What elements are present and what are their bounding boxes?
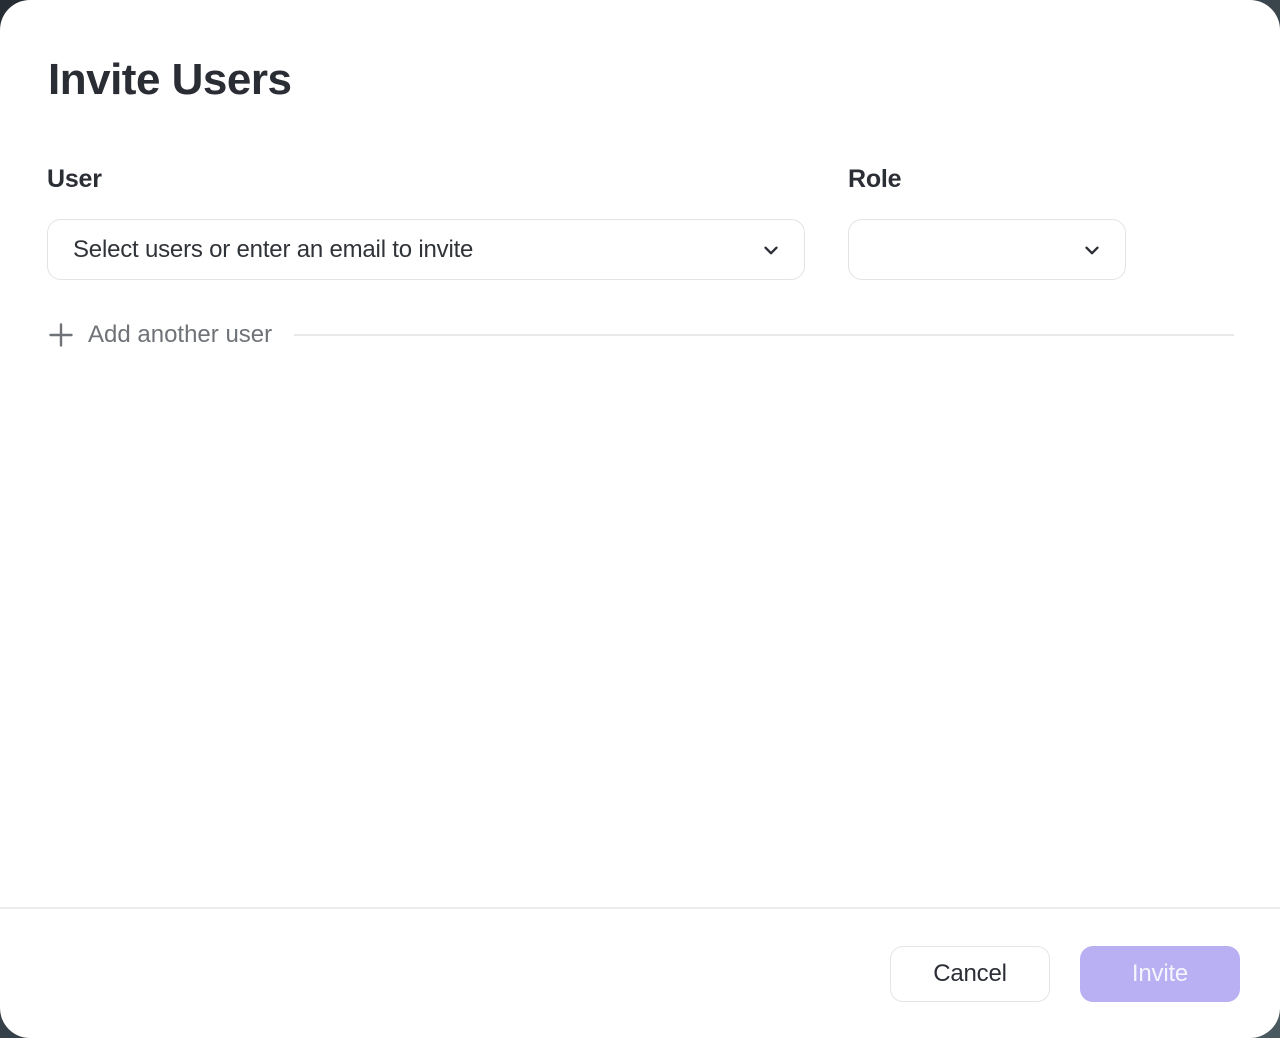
user-select-placeholder: Select users or enter an email to invite xyxy=(48,236,473,264)
role-select[interactable] xyxy=(848,219,1126,280)
cancel-button[interactable]: Cancel xyxy=(890,946,1050,1002)
chevron-down-icon xyxy=(1081,239,1103,261)
invite-users-dialog: Invite Users User Role Select users or e… xyxy=(0,0,1280,1038)
invite-button[interactable]: Invite xyxy=(1080,946,1240,1002)
divider xyxy=(294,334,1234,336)
footer-divider xyxy=(0,907,1280,909)
plus-icon xyxy=(47,321,75,349)
dialog-title: Invite Users xyxy=(48,56,291,104)
user-field-label: User xyxy=(47,165,102,194)
add-another-user-row: Add another user xyxy=(47,318,1234,352)
chevron-down-icon xyxy=(760,239,782,261)
user-select[interactable]: Select users or enter an email to invite xyxy=(47,219,805,280)
role-field-label: Role xyxy=(848,165,901,194)
add-another-user-button[interactable]: Add another user xyxy=(47,321,272,349)
add-another-user-label: Add another user xyxy=(88,321,272,349)
